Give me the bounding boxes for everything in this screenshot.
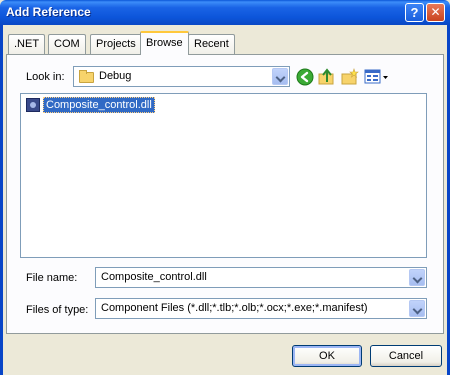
file-name-value: Composite_control.dll <box>101 271 207 283</box>
view-menu-icon[interactable] <box>364 68 390 86</box>
ok-button[interactable]: OK <box>292 345 362 367</box>
close-button[interactable]: ✕ <box>426 3 445 22</box>
tab-net[interactable]: .NET <box>8 34 46 54</box>
files-of-type-dropdown[interactable]: Component Files (*.dll;*.tlb;*.olb;*.ocx… <box>95 298 427 319</box>
back-icon[interactable] <box>296 68 314 86</box>
window-title: Add Reference <box>6 5 91 19</box>
files-of-type-label: Files of type: <box>26 304 89 316</box>
file-list[interactable]: Composite_control.dll <box>20 93 427 258</box>
look-in-label: Look in: <box>26 71 65 83</box>
dll-file-icon <box>26 98 40 112</box>
look-in-value: Debug <box>99 70 132 82</box>
files-of-type-value: Component Files (*.dll;*.tlb;*.olb;*.ocx… <box>101 302 368 314</box>
title-bar[interactable]: Add Reference ? ✕ <box>0 0 450 25</box>
new-folder-icon[interactable] <box>341 68 359 86</box>
help-button[interactable]: ? <box>405 3 424 22</box>
file-item-label: Composite_control.dll <box>43 97 155 113</box>
cancel-button[interactable]: Cancel <box>370 345 442 367</box>
chevron-down-icon[interactable] <box>409 300 425 317</box>
window-border-left <box>0 25 3 375</box>
tab-browse[interactable]: Browse <box>140 31 189 55</box>
tab-projects[interactable]: Projects <box>90 34 142 54</box>
chevron-down-icon[interactable] <box>409 269 425 286</box>
look-in-dropdown[interactable]: Debug <box>73 66 290 87</box>
list-item[interactable]: Composite_control.dll <box>26 97 155 113</box>
tab-com[interactable]: COM <box>48 34 86 54</box>
file-name-label: File name: <box>26 272 78 284</box>
tab-recent[interactable]: Recent <box>188 34 235 54</box>
file-name-input[interactable]: Composite_control.dll <box>95 267 427 288</box>
chevron-down-icon[interactable] <box>272 68 288 85</box>
up-folder-icon[interactable] <box>318 68 336 86</box>
add-reference-dialog: Add Reference ? ✕ .NET COM Projects Brow… <box>0 0 450 375</box>
folder-icon <box>79 70 94 83</box>
